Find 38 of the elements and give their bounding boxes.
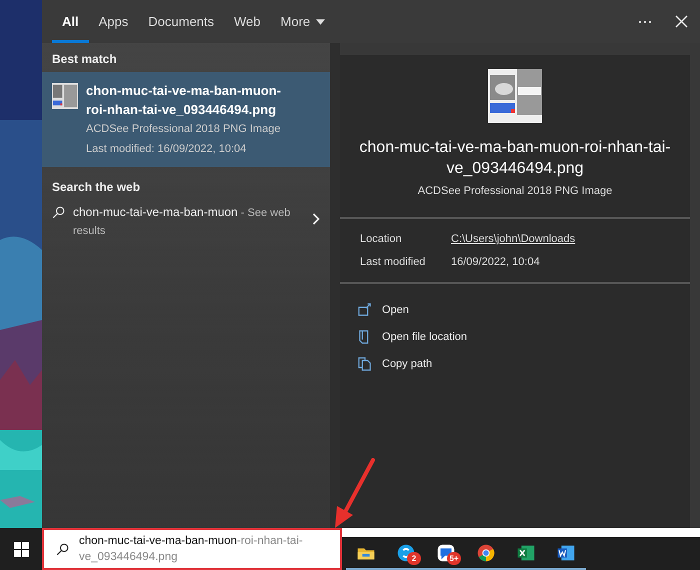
notification-badge: 5+ — [447, 552, 461, 565]
image-thumbnail-icon — [52, 83, 78, 109]
close-icon — [674, 15, 688, 28]
best-match-item[interactable]: chon-muc-tai-ve-ma-ban-muon-roi-nhan-tai-ve_093446494.png ACDSee Professional 2018 PNG Image Last modified: 16/09/2022, 10:04 — [42, 72, 330, 167]
image-thumbnail-icon — [488, 69, 542, 123]
result-modified: Last modified: 16/09/2022, 10:04 — [86, 142, 248, 157]
tab[interactable]: Apps — [88, 0, 138, 43]
detail-value: 16/09/2022, 10:04 — [451, 256, 540, 268]
web-result-text: chon-muc-tai-ve-ma-ban-muon - See web results — [73, 204, 292, 239]
search-icon — [52, 206, 65, 219]
ellipsis-icon — [638, 20, 652, 24]
action-button[interactable]: Open file location — [358, 327, 467, 347]
tab[interactable]: Web — [224, 0, 271, 43]
search-icon — [56, 542, 69, 556]
copy-icon — [358, 357, 372, 371]
action-button[interactable]: Copy path — [358, 354, 432, 374]
chevron-right-icon — [312, 213, 320, 225]
caret-icon — [316, 18, 326, 24]
location-link[interactable]: C:\Users\john\Downloads — [451, 233, 576, 245]
result-type: ACDSee Professional 2018 PNG Image — [86, 122, 282, 137]
section-heading: Search the web — [51, 179, 142, 196]
taskbar-app[interactable]: 2 — [386, 537, 426, 570]
taskbar-app[interactable]: 5+ — [426, 537, 466, 570]
detail-label: Location — [360, 233, 403, 245]
tab[interactable]: More — [270, 0, 336, 43]
preview-title: chon-muc-tai-ve-ma-ban-muon-roi-nhan-tai-ve_093446494.png — [358, 138, 672, 179]
result-title: chon-muc-tai-ve-ma-ban-muon-roi-nhan-tai-ve_093446494.png — [86, 82, 282, 119]
web-result-item[interactable]: chon-muc-tai-ve-ma-ban-muon - See web results — [42, 200, 330, 248]
section-heading: Best match — [51, 51, 118, 68]
detail-label: Last modified — [360, 256, 426, 268]
external-window-icon — [358, 303, 372, 317]
annotation-arrow — [333, 458, 377, 530]
preview-type: ACDSee Professional 2018 PNG Image — [418, 185, 612, 197]
notification-badge: 2 — [407, 552, 421, 565]
windows-logo-icon — [14, 542, 28, 556]
action-button[interactable]: Open — [358, 300, 409, 320]
tab[interactable]: Documents — [138, 0, 224, 43]
search-field[interactable]: chon-muc-tai-ve-ma-ban-muon-roi-nhan-tai-ve_093446494.png — [42, 528, 342, 570]
